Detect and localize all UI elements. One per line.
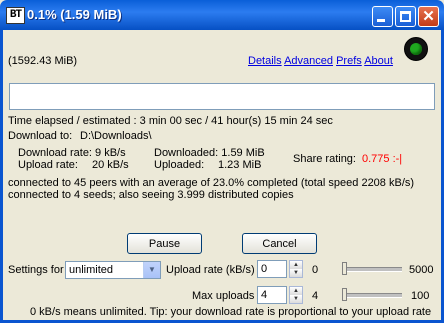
cancel-button[interactable]: Cancel [242,233,317,254]
settings-select-value: unlimited [69,264,114,276]
upload-slider-min: 0 [312,264,319,276]
close-icon: ✕ [422,8,435,25]
upload-slider-max: 5000 [409,264,434,276]
spin-down-icon[interactable]: ▼ [290,295,302,303]
prefs-link[interactable]: Prefs [336,55,362,67]
share-rating-label: Share rating: [293,153,356,165]
download-to-path: D:\Downloads\ [80,130,152,142]
about-link[interactable]: About [364,55,393,67]
title-bar[interactable]: BT 0.1% (1.59 MiB) ✕ [0,0,444,30]
upload-rate-value: 20 kB/s [92,159,129,171]
upload-rate-setting-label: Upload rate (kB/s) [166,264,255,276]
max-uploads-max: 100 [411,290,430,302]
downloaded-amount: Downloaded: 1.59 MiB [154,147,265,159]
download-progress-bar [9,83,435,110]
settings-for-label: Settings for [8,264,64,276]
uploaded-value: 1.23 MiB [218,159,262,171]
footer-tip: 0 kB/s means unlimited. Tip: your downlo… [30,306,432,318]
uploaded-label: Uploaded: [154,159,205,171]
peers-info: connected to 45 peers with an average of… [8,177,415,189]
download-rate: Download rate: 9 kB/s [18,147,126,159]
spin-down-icon[interactable]: ▼ [290,269,302,277]
max-uploads-slider-track[interactable] [342,293,402,298]
max-uploads-spinner[interactable]: ▲ ▼ [289,286,303,304]
upload-rate-spinner[interactable]: ▲ ▼ [289,260,303,278]
status-light-icon [404,37,428,61]
max-uploads-min: 4 [312,290,319,302]
file-size: (1592.43 MiB) [8,55,78,67]
share-rating-value: 0.775 :-| [362,153,403,165]
max-uploads-input[interactable]: 4 [257,286,287,304]
upload-rate-slider-track[interactable] [342,267,402,272]
minimize-button[interactable] [372,6,393,27]
advanced-link[interactable]: Advanced [284,55,333,67]
maximize-button[interactable] [395,6,416,27]
close-button[interactable]: ✕ [418,6,439,27]
maximize-icon [400,11,411,22]
minimize-icon [377,19,385,22]
upload-rate-slider-thumb[interactable] [342,262,347,275]
chevron-down-icon[interactable]: ▼ [143,262,160,278]
max-uploads-label: Max uploads [192,290,255,302]
pause-button[interactable]: Pause [127,233,202,254]
seeds-info: connected to 4 seeds; also seeing 3.999 … [8,189,294,201]
upload-rate-input[interactable]: 0 [257,260,287,278]
upload-rate-label: Upload rate: [18,159,78,171]
time-elapsed: Time elapsed / estimated : 3 min 00 sec … [8,115,333,127]
max-uploads-slider-thumb[interactable] [342,288,347,301]
download-to-label: Download to: [8,130,73,142]
details-link[interactable]: Details [248,55,282,67]
bittorrent-logo-icon: BT [6,7,25,24]
settings-select[interactable]: unlimited ▼ [65,261,161,279]
window-title: 0.1% (1.59 MiB) [27,7,122,22]
